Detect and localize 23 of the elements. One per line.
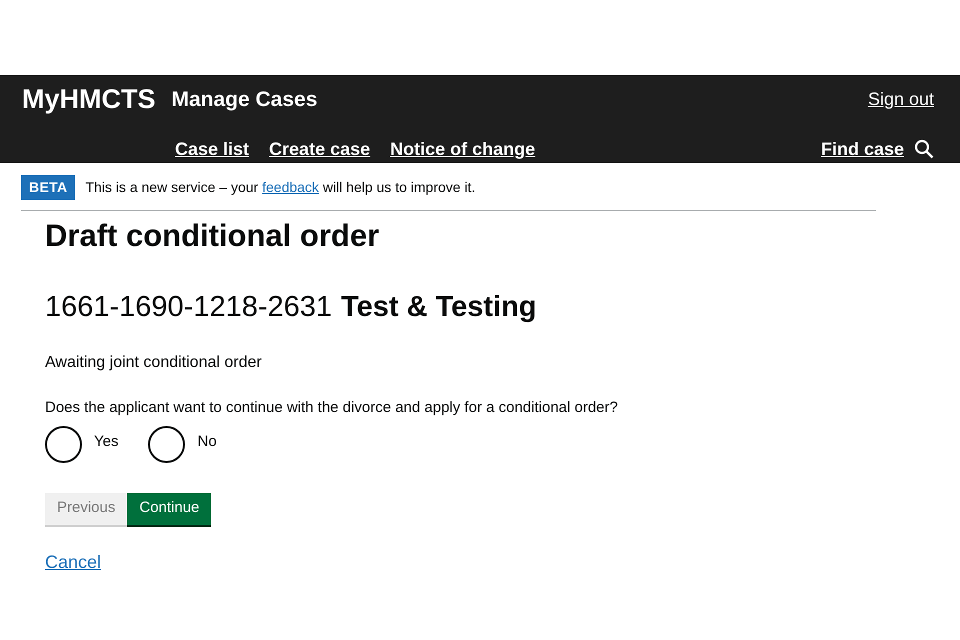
logo[interactable]: MyHMCTS: [22, 79, 156, 120]
nav-link[interactable]: Notice of change: [390, 136, 536, 162]
radio-button[interactable]: [45, 426, 82, 462]
sign-out-link[interactable]: Sign out: [868, 86, 934, 113]
radio-label: Yes: [94, 432, 118, 452]
case-state: Awaiting joint conditional order: [45, 353, 263, 373]
cancel-link[interactable]: Cancel: [45, 548, 102, 576]
feedback-link[interactable]: feedback: [262, 179, 319, 195]
nav-link[interactable]: Create case: [269, 136, 370, 162]
service-name: Manage Cases: [172, 86, 318, 112]
search-icon[interactable]: [914, 139, 934, 159]
question-label: Does the applicant want to continue with the divorce and apply for a conditional order?: [45, 398, 619, 418]
case-number: 1661-1690-1218-2631: [45, 290, 332, 324]
radio-button[interactable]: [148, 426, 186, 462]
case-name: Test & Testing: [341, 290, 537, 324]
beta-tag: BETA: [21, 175, 76, 200]
beta-message: This is a new service – your feedback will help us to improve it.: [85, 178, 476, 197]
radio-label: No: [197, 432, 217, 452]
previous-button[interactable]: Previous: [45, 492, 128, 526]
nav-link[interactable]: Case list: [175, 136, 250, 162]
find-case-link[interactable]: Find case: [820, 136, 904, 162]
continue-button[interactable]: Continue: [127, 492, 212, 526]
page-title: Draft conditional order: [45, 217, 380, 255]
